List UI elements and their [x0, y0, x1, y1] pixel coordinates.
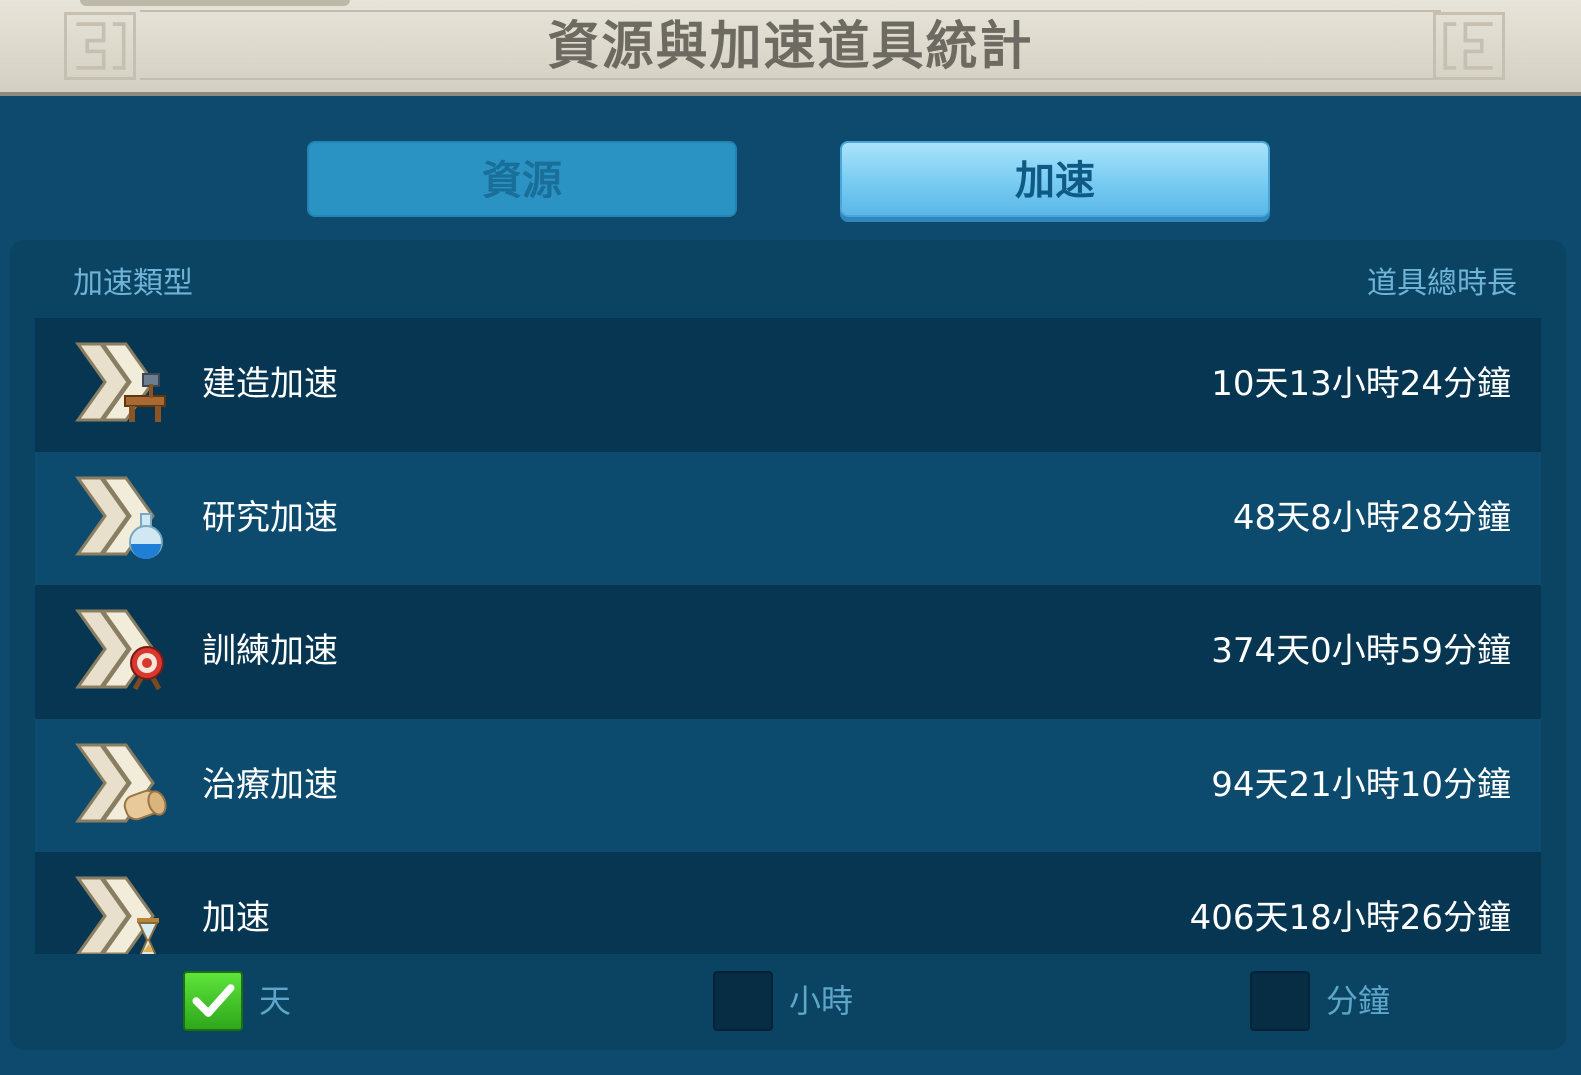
speedup-duration: 374天0小時59分鐘: [1211, 631, 1511, 671]
universal-speedup-icon: [73, 868, 173, 954]
title-bar: 資源與加速道具統計: [0, 0, 1581, 96]
speedup-row-universal: 加速 406天18小時26分鐘: [35, 852, 1541, 954]
speedup-duration: 10天13小時24分鐘: [1211, 364, 1511, 404]
construction-speedup-icon: [73, 334, 173, 434]
research-speedup-icon: [73, 468, 173, 568]
checkmark-icon: [192, 984, 235, 1017]
speedup-label: 研究加速: [202, 497, 338, 538]
speedup-row-training: 訓練加速 374天0小時59分鐘: [35, 585, 1541, 719]
hour-checkbox[interactable]: [713, 971, 773, 1031]
speedup-duration: 406天18小時26分鐘: [1189, 898, 1511, 938]
page-title: 資源與加速道具統計: [547, 17, 1034, 77]
hour-label: 小時: [789, 982, 854, 1020]
minute-checkbox[interactable]: [1250, 971, 1310, 1031]
training-speedup-icon: [73, 601, 173, 701]
tab-speedups[interactable]: 加速: [840, 141, 1270, 217]
speedup-duration: 94天21小時10分鐘: [1211, 764, 1511, 805]
speedup-list[interactable]: 建造加速 10天13小時24分鐘 研究加速 48天8小時28分鐘 訓練加速 37…: [35, 318, 1541, 954]
day-checkbox[interactable]: [183, 971, 243, 1031]
speedup-duration: 48天8小時28分鐘: [1232, 497, 1511, 538]
speedup-row-research: 研究加速 48天8小時28分鐘: [35, 451, 1541, 585]
minute-label: 分鐘: [1326, 982, 1391, 1020]
speedup-row-construction: 建造加速 10天13小時24分鐘: [35, 318, 1541, 452]
day-label: 天: [259, 982, 292, 1020]
speedup-label: 建造加速: [202, 364, 338, 404]
speedup-label: 治療加速: [202, 764, 338, 805]
tab-resources[interactable]: 資源: [307, 141, 737, 217]
total-duration-header: 道具總時長: [1367, 266, 1517, 301]
speedup-label: 訓練加速: [202, 631, 338, 671]
speedup-type-header: 加速類型: [73, 266, 193, 301]
ornament-right-icon: [1433, 12, 1505, 80]
speedup-row-healing: 治療加速 94天21小時10分鐘: [35, 718, 1541, 852]
speedup-label: 加速: [202, 898, 270, 938]
title-tab-notch: [80, 0, 350, 6]
healing-speedup-icon: [73, 735, 173, 835]
